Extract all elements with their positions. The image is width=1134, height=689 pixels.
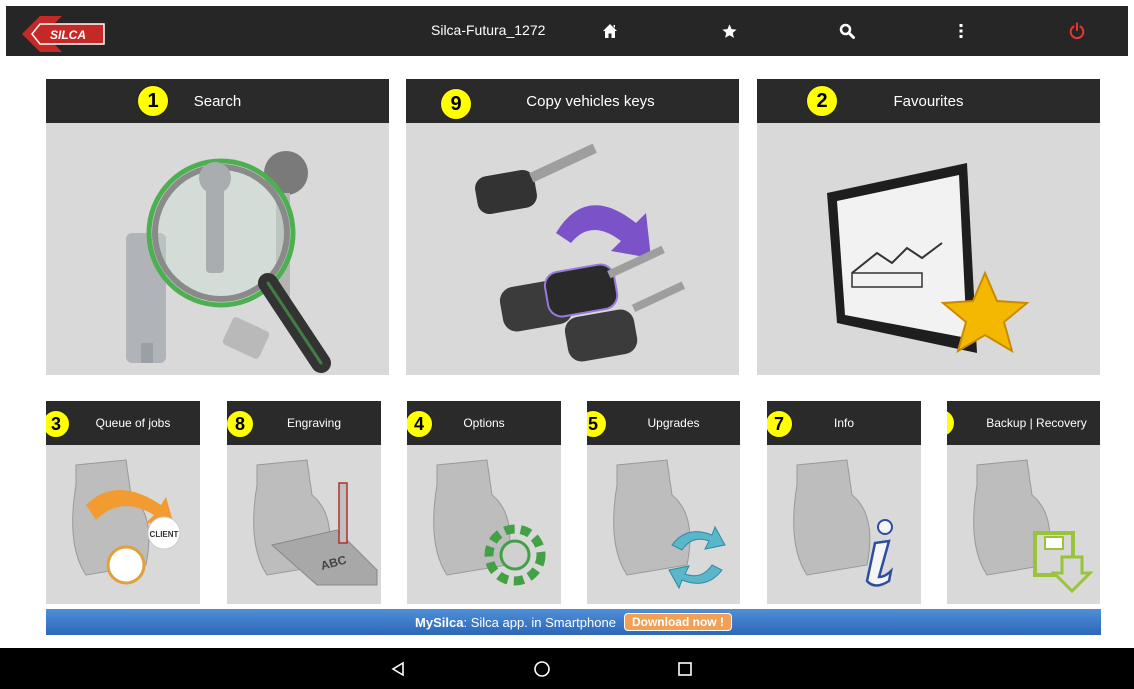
card-label: Queue of jobs [95, 416, 171, 430]
tablet-star-illustration [827, 163, 1030, 354]
gear-illustration [433, 459, 546, 586]
more-vert-icon[interactable] [946, 16, 976, 46]
card-info[interactable]: Info 7 [767, 401, 921, 604]
card-queue-of-jobs[interactable]: Queue of jobs 3 CLIENT [46, 401, 200, 604]
mysilca-banner[interactable]: MySilca : Silca app. in Smartphone Downl… [46, 609, 1101, 635]
number-badge: 1 [137, 85, 169, 117]
top-bar: SILCA Silca-Futura_1272 [6, 6, 1128, 56]
refresh-illustration [613, 459, 726, 590]
card-backup-recovery[interactable]: Backup | Recovery 6 [947, 401, 1100, 604]
card-options[interactable]: Options 4 [407, 401, 561, 604]
card-label: Upgrades [647, 416, 700, 430]
key-magnifier-illustration [126, 151, 331, 373]
card-label: Engraving [286, 416, 342, 430]
engraving-illustration: ABC [253, 459, 378, 586]
card-header: Upgrades [587, 401, 740, 445]
number-badge: 9 [440, 88, 472, 120]
star-icon[interactable] [714, 16, 744, 46]
banner-text: : Silca app. in Smartphone [463, 614, 616, 630]
device-title: Silca-Futura_1272 [431, 22, 546, 38]
card-label: Info [833, 416, 854, 430]
svg-text:CLIENT: CLIENT [150, 530, 179, 539]
floppy-download-illustration [973, 459, 1094, 594]
svg-text:SILCA: SILCA [50, 28, 86, 42]
back-icon[interactable] [385, 656, 411, 682]
card-header: Search [46, 79, 389, 123]
card-engraving[interactable]: Engraving 8 ABC [227, 401, 381, 604]
power-icon[interactable] [1062, 16, 1092, 46]
vehicle-keys-copy-illustration [475, 143, 686, 362]
card-favourites[interactable]: Favourites 2 [757, 79, 1100, 375]
card-copy-vehicle-keys[interactable]: Copy vehicles keys 9 [406, 79, 739, 375]
card-label: Options [463, 416, 505, 430]
card-label: Copy vehicles keys [526, 92, 655, 110]
number-badge: 8 [227, 410, 254, 438]
card-label: Backup | Recovery [986, 416, 1087, 430]
card-header: Backup | Recovery [947, 401, 1100, 445]
silca-logo: SILCA [22, 16, 105, 52]
search-icon[interactable] [832, 16, 862, 46]
card-label: Search [193, 92, 242, 110]
info-illustration [793, 459, 894, 587]
download-now-button[interactable]: Download now ! [623, 613, 732, 631]
android-nav-bar [0, 648, 1134, 689]
card-search[interactable]: Search 1 [46, 79, 389, 375]
home-icon[interactable] [595, 16, 625, 46]
queue-illustration: CLIENT [72, 459, 181, 585]
home-circle-icon[interactable] [529, 656, 555, 682]
banner-app-name: MySilca [415, 614, 464, 630]
card-label: Favourites [893, 92, 964, 110]
card-upgrades[interactable]: Upgrades 5 [587, 401, 740, 604]
number-badge: 2 [806, 85, 838, 117]
recents-icon[interactable] [672, 656, 698, 682]
